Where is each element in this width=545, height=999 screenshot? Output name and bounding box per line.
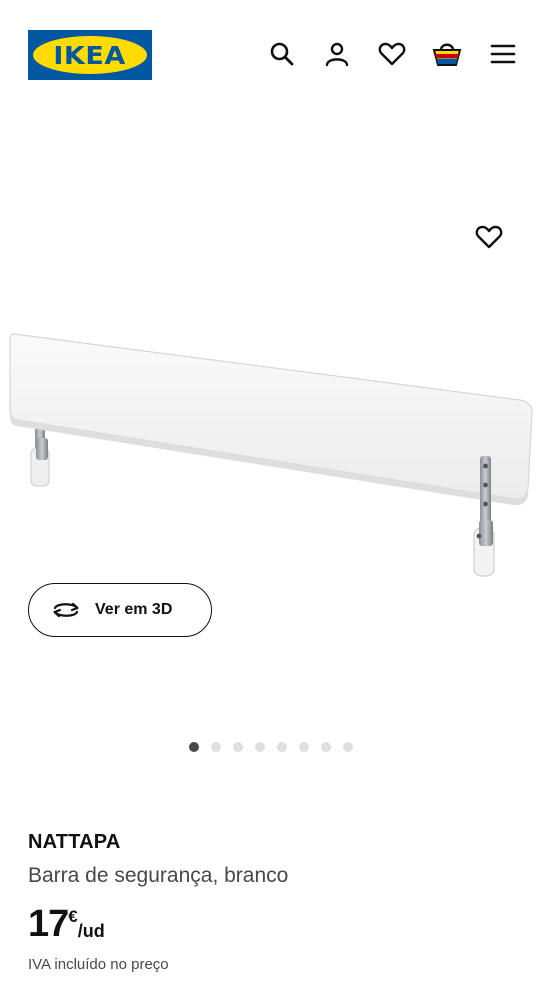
carousel-dot[interactable]: [255, 742, 265, 752]
product-gallery[interactable]: Ver em 3D: [0, 0, 545, 810]
vat-note: IVA incluído no preço: [28, 956, 169, 973]
carousel-dot[interactable]: [233, 742, 243, 752]
view-3d-label: Ver em 3D: [95, 601, 173, 618]
price-integer: 17: [28, 903, 69, 945]
product-name[interactable]: NATTAPA: [28, 831, 121, 854]
carousel-dot[interactable]: [189, 742, 199, 752]
carousel-dot[interactable]: [343, 742, 353, 752]
product-image-safety-rail: [9, 333, 533, 577]
carousel-dot[interactable]: [299, 742, 309, 752]
price-currency: €: [68, 907, 78, 926]
carousel-dot[interactable]: [277, 742, 287, 752]
product-price: 17 € /ud: [28, 902, 105, 946]
carousel-dot[interactable]: [211, 742, 221, 752]
favourite-heart-icon[interactable]: [472, 220, 506, 254]
price-unit: /ud: [77, 921, 105, 941]
product-description: Barra de segurança, branco: [28, 864, 289, 887]
carousel-dots: [189, 742, 353, 752]
carousel-dot[interactable]: [321, 742, 331, 752]
rotate-3d-icon: [53, 602, 79, 618]
view-3d-button[interactable]: Ver em 3D: [28, 583, 212, 637]
